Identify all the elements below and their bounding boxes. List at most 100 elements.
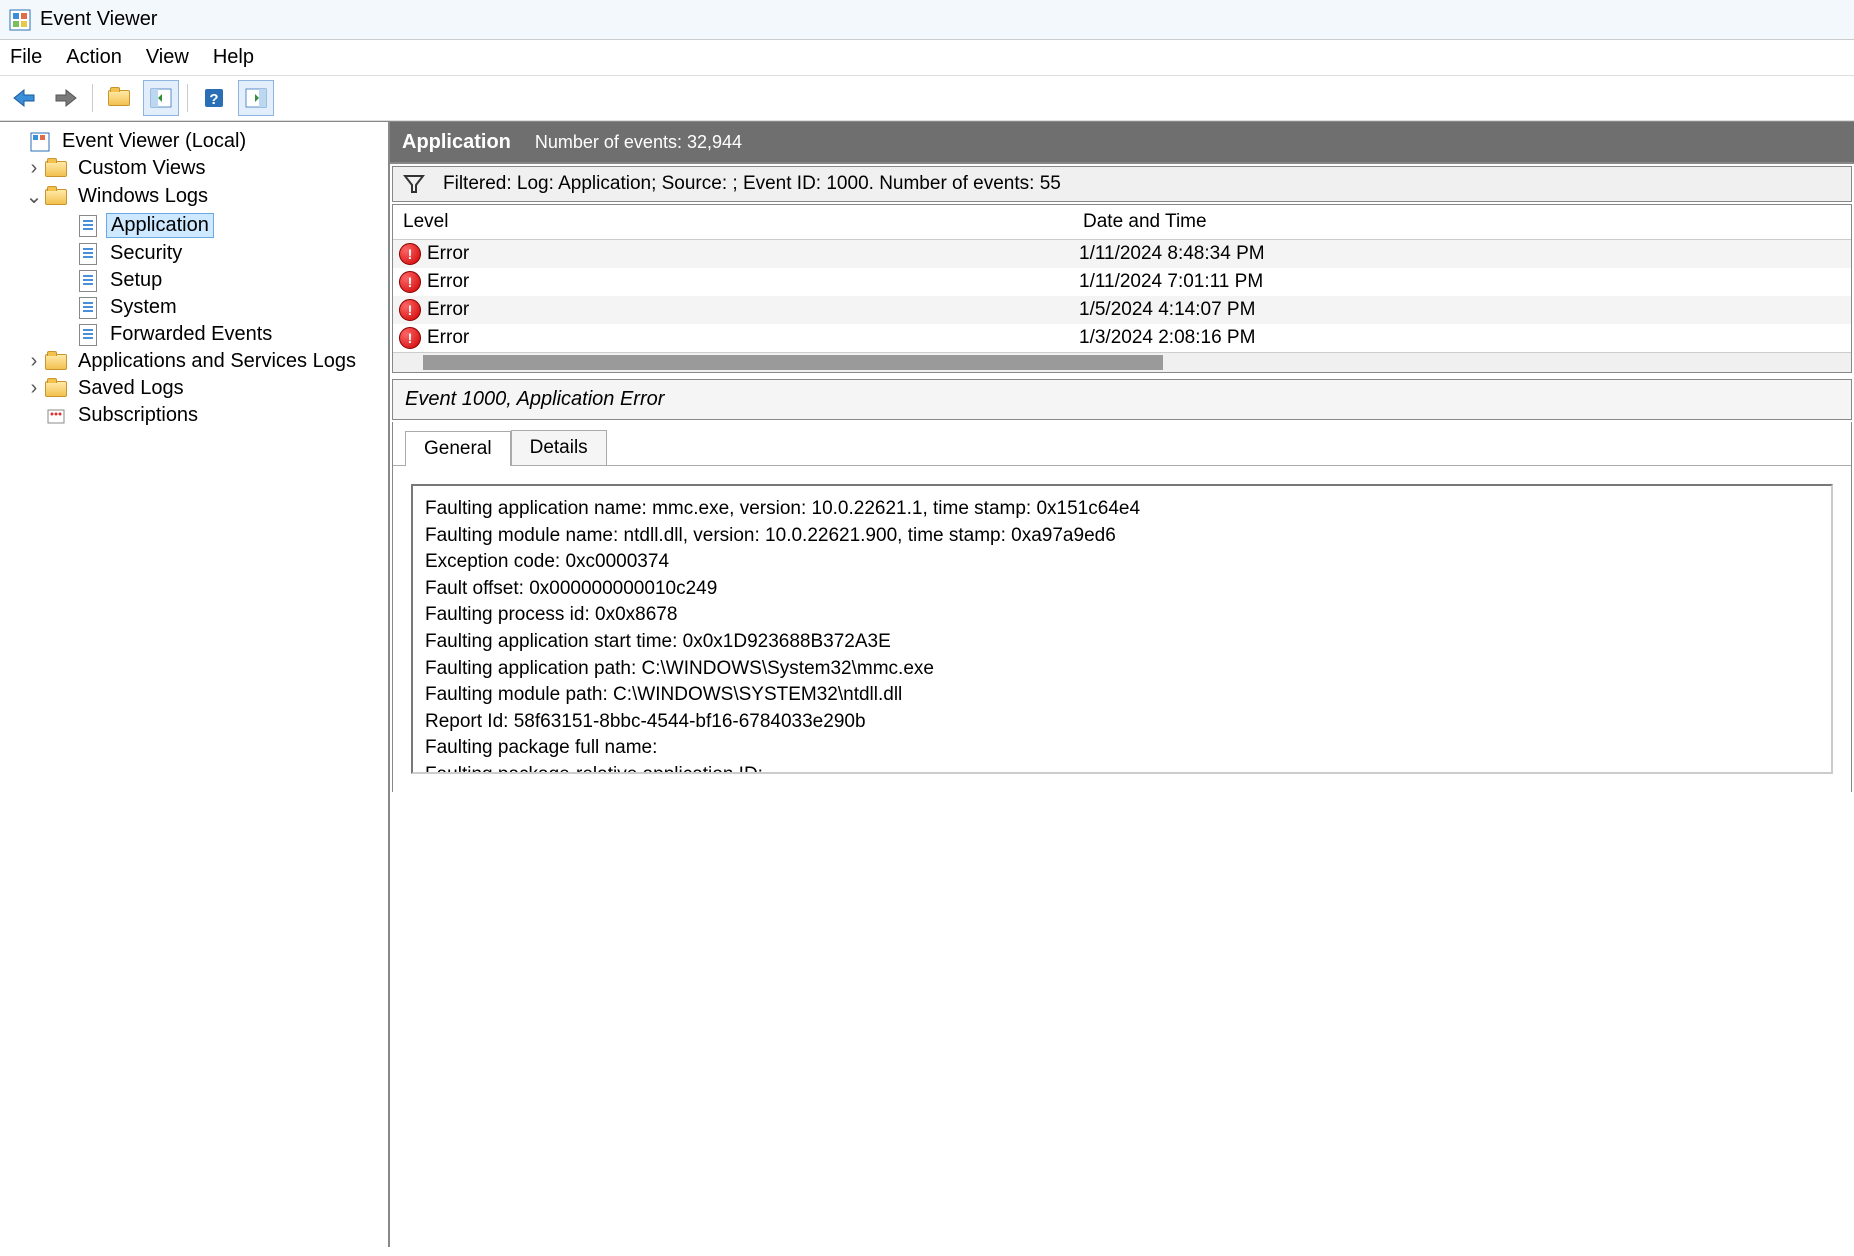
expander-icon[interactable]: › xyxy=(24,377,44,400)
toolbar: ? xyxy=(0,76,1854,121)
toolbar-separator xyxy=(187,84,188,112)
svg-text:?: ? xyxy=(209,91,218,108)
menubar: File Action View Help xyxy=(0,40,1854,76)
tree-label: Event Viewer (Local) xyxy=(58,130,250,153)
subscriptions-icon xyxy=(44,406,68,426)
tab-details[interactable]: Details xyxy=(511,430,607,465)
help-button[interactable]: ? xyxy=(196,80,232,116)
col-date-header[interactable]: Date and Time xyxy=(1083,211,1841,233)
level-text: Error xyxy=(427,327,469,349)
content-title: Application xyxy=(402,131,511,154)
log-icon xyxy=(76,325,100,345)
folder-icon xyxy=(44,352,68,372)
tree-windows-logs[interactable]: ⌄ Windows Logs xyxy=(4,182,384,211)
tree-label: Security xyxy=(106,242,186,265)
date-text: 1/5/2024 4:14:07 PM xyxy=(1079,299,1845,321)
filter-text: Filtered: Log: Application; Source: ; Ev… xyxy=(443,173,1061,195)
grid-header: Level Date and Time xyxy=(393,205,1851,240)
tree-application[interactable]: Application xyxy=(4,211,384,240)
folder-icon xyxy=(44,187,68,207)
detail-line: Fault offset: 0x000000000010c249 xyxy=(425,576,1819,603)
event-row[interactable]: ! Error 1/5/2024 4:14:07 PM xyxy=(393,296,1851,324)
detail-header: Event 1000, Application Error xyxy=(392,379,1852,420)
filter-icon xyxy=(403,174,425,194)
eventviewer-icon xyxy=(28,132,52,152)
window-title: Event Viewer xyxy=(40,8,157,31)
error-icon: ! xyxy=(399,299,421,321)
horizontal-scrollbar[interactable] xyxy=(393,352,1851,372)
up-folder-button[interactable] xyxy=(101,80,137,116)
log-icon xyxy=(76,298,100,318)
detail-line: Report Id: 58f63151-8bbc-4544-bf16-67840… xyxy=(425,709,1819,736)
level-text: Error xyxy=(427,243,469,265)
date-text: 1/11/2024 7:01:11 PM xyxy=(1079,271,1845,293)
tree-apps-services-logs[interactable]: › Applications and Services Logs xyxy=(4,348,384,375)
app-icon xyxy=(8,8,32,32)
expander-icon[interactable]: ⌄ xyxy=(24,184,44,209)
tree-label: Custom Views xyxy=(74,157,209,180)
tree-security[interactable]: Security xyxy=(4,240,384,267)
show-tree-button[interactable] xyxy=(143,80,179,116)
menu-action[interactable]: Action xyxy=(66,46,122,69)
grid-body: ! Error 1/11/2024 8:48:34 PM ! Error 1/11/… xyxy=(393,240,1851,352)
detail-line: Exception code: 0xc0000374 xyxy=(425,549,1819,576)
detail-tabs-wrap: General Details Faulting application nam… xyxy=(392,422,1852,792)
content-header: Application Number of events: 32,944 xyxy=(390,122,1854,164)
error-icon: ! xyxy=(399,243,421,265)
folder-icon xyxy=(44,159,68,179)
tree-label: Saved Logs xyxy=(74,377,188,400)
tree-forwarded[interactable]: Forwarded Events xyxy=(4,321,384,348)
tree-label: Applications and Services Logs xyxy=(74,350,360,373)
tree-custom-views[interactable]: › Custom Views xyxy=(4,155,384,182)
detail-tabs: General Details xyxy=(393,422,1851,465)
event-row[interactable]: ! Error 1/3/2024 2:08:16 PM xyxy=(393,324,1851,352)
error-icon: ! xyxy=(399,271,421,293)
detail-line: Faulting application name: mmc.exe, vers… xyxy=(425,496,1819,523)
tree-label: Windows Logs xyxy=(74,185,212,208)
tree-label: System xyxy=(106,296,181,319)
forward-button[interactable] xyxy=(48,80,84,116)
titlebar: Event Viewer xyxy=(0,0,1854,40)
tree-label: Application xyxy=(106,213,214,238)
tab-general[interactable]: General xyxy=(405,431,511,466)
back-button[interactable] xyxy=(6,80,42,116)
detail-line: Faulting package-relative application ID… xyxy=(425,762,1819,774)
event-row[interactable]: ! Error 1/11/2024 7:01:11 PM xyxy=(393,268,1851,296)
detail-line: Faulting application path: C:\WINDOWS\Sy… xyxy=(425,656,1819,683)
show-actions-button[interactable] xyxy=(238,80,274,116)
detail-line: Faulting module name: ntdll.dll, version… xyxy=(425,523,1819,550)
tree-setup[interactable]: Setup xyxy=(4,267,384,294)
menu-file[interactable]: File xyxy=(10,46,42,69)
tree-subscriptions[interactable]: Subscriptions xyxy=(4,402,384,429)
tree-label: Subscriptions xyxy=(74,404,202,427)
level-text: Error xyxy=(427,271,469,293)
date-text: 1/3/2024 2:08:16 PM xyxy=(1079,327,1845,349)
expander-icon[interactable]: › xyxy=(24,350,44,373)
col-level-header[interactable]: Level xyxy=(403,211,1083,233)
tree-saved-logs[interactable]: › Saved Logs xyxy=(4,375,384,402)
date-text: 1/11/2024 8:48:34 PM xyxy=(1079,243,1845,265)
level-text: Error xyxy=(427,299,469,321)
detail-line: Faulting process id: 0x0x8678 xyxy=(425,602,1819,629)
event-grid: Level Date and Time ! Error 1/11/2024 8:4… xyxy=(392,204,1852,373)
event-row[interactable]: ! Error 1/11/2024 8:48:34 PM xyxy=(393,240,1851,268)
main-split: Event Viewer (Local) › Custom Views ⌄ Wi… xyxy=(0,121,1854,1247)
log-icon xyxy=(76,216,100,236)
tree-system[interactable]: System xyxy=(4,294,384,321)
folder-icon xyxy=(44,379,68,399)
error-icon: ! xyxy=(399,327,421,349)
event-detail-text[interactable]: Faulting application name: mmc.exe, vers… xyxy=(411,484,1833,774)
log-icon xyxy=(76,271,100,291)
scroll-thumb[interactable] xyxy=(423,355,1163,370)
tree-label: Forwarded Events xyxy=(106,323,276,346)
tree-root[interactable]: Event Viewer (Local) xyxy=(4,128,384,155)
detail-line: Faulting application start time: 0x0x1D9… xyxy=(425,629,1819,656)
filter-bar: Filtered: Log: Application; Source: ; Ev… xyxy=(392,166,1852,202)
menu-help[interactable]: Help xyxy=(213,46,254,69)
tree-label: Setup xyxy=(106,269,166,292)
content-pane: Application Number of events: 32,944 Fil… xyxy=(390,122,1854,1247)
toolbar-separator xyxy=(92,84,93,112)
menu-view[interactable]: View xyxy=(146,46,189,69)
expander-icon[interactable]: › xyxy=(24,157,44,180)
nav-tree[interactable]: Event Viewer (Local) › Custom Views ⌄ Wi… xyxy=(0,122,390,1247)
